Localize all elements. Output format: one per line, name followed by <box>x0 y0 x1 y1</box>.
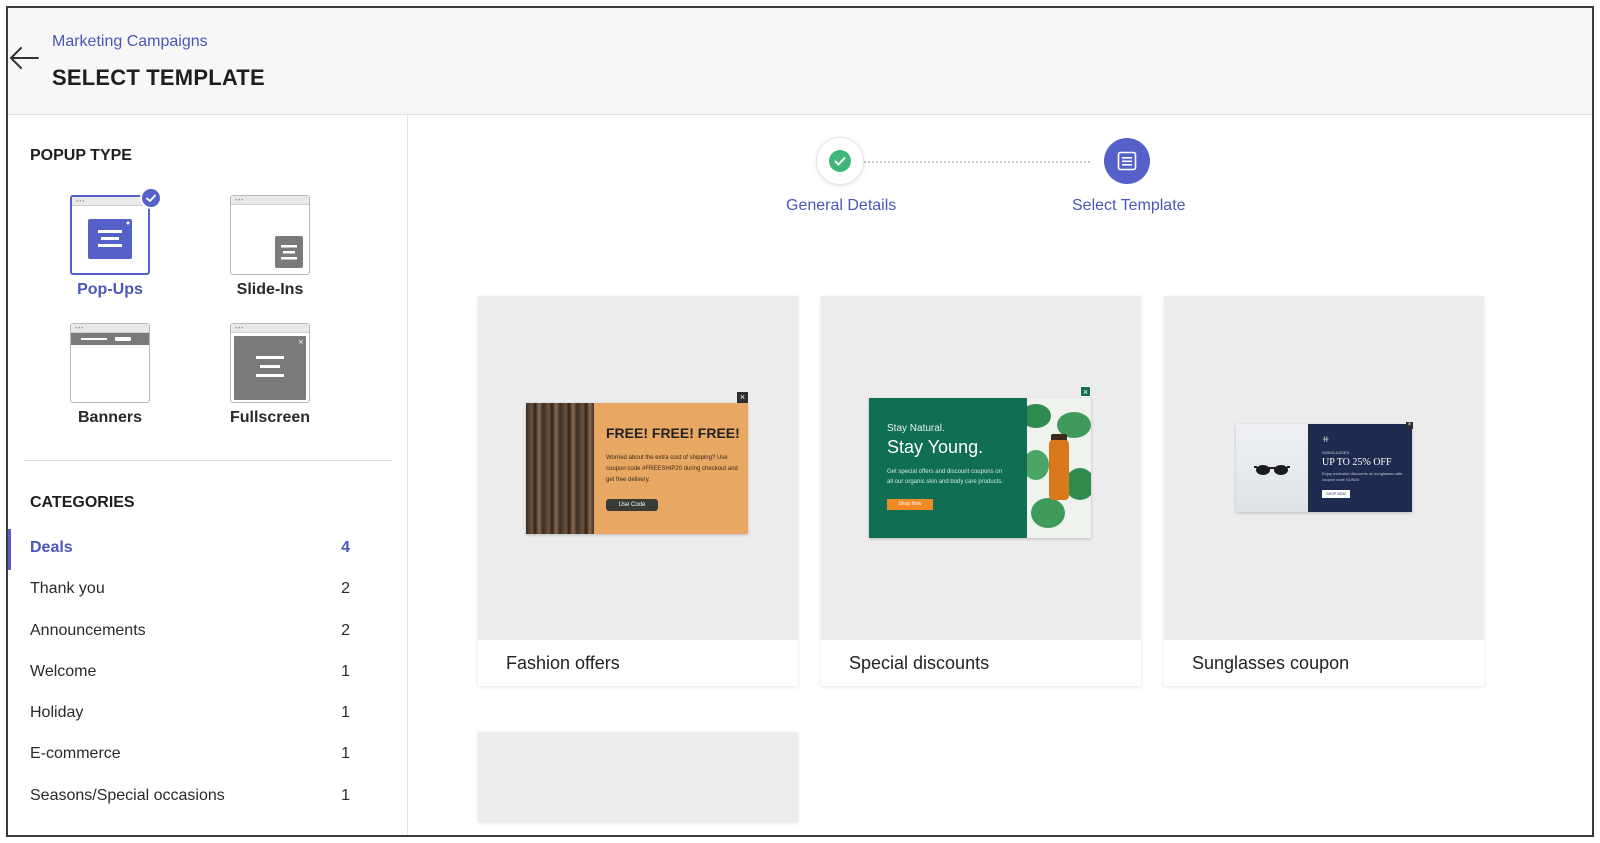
template-title: Special discounts <box>849 653 990 673</box>
template-title: Fashion offers <box>506 653 620 673</box>
brand-logo-icon: ⧺ <box>1322 434 1330 444</box>
popup-headline: FREE! FREE! FREE! <box>606 425 740 441</box>
category-label: Deals <box>30 539 73 556</box>
popup-kicker: SUNGLASSES <box>1322 450 1350 455</box>
category-count: 1 <box>341 745 350 763</box>
bottle-image <box>1049 440 1069 500</box>
popup-type-banners[interactable]: ••• Banners <box>32 323 182 433</box>
template-title: Sunglasses coupon <box>1192 653 1350 673</box>
category-label: Announcements <box>30 621 146 639</box>
popup-kicker: Stay Natural. <box>887 423 945 434</box>
sidebar-divider <box>24 460 392 461</box>
template-icon <box>1117 151 1137 171</box>
category-label: Thank you <box>30 580 105 598</box>
template-card-fashion-offers[interactable]: FREE! FREE! FREE! Worried about the extr… <box>478 296 798 686</box>
selected-check-icon <box>140 187 162 209</box>
popup-body: Worried about the extra cost of shipping… <box>606 455 738 483</box>
category-count: 1 <box>341 704 350 722</box>
step-connector <box>840 161 1090 163</box>
close-icon: × <box>737 392 748 403</box>
page-title: SELECT TEMPLATE <box>52 65 265 90</box>
fashion-popup-preview: FREE! FREE! FREE! Worried about the extr… <box>526 403 748 534</box>
popup-body: Enjoy exclusive discounts on sunglasses … <box>1322 471 1403 482</box>
category-item-deals[interactable]: Deals 4 <box>8 529 408 571</box>
fullscreen-thumbnail: ••• × <box>230 323 310 403</box>
category-count: 1 <box>341 786 350 804</box>
popup-headline: Stay Young. <box>887 437 984 457</box>
sunglasses-icon <box>1254 465 1290 475</box>
category-item-seasons[interactable]: Seasons/Special occasions 1 <box>8 777 408 818</box>
popup-cta-button: Use Code <box>606 499 658 511</box>
category-count: 1 <box>341 662 350 680</box>
category-item-welcome[interactable]: Welcome 1 <box>8 653 408 694</box>
clothing-rack-image <box>526 403 594 534</box>
template-card-special-discounts[interactable]: Stay Natural. Stay Young. Get special of… <box>821 296 1141 686</box>
close-icon: × <box>1080 386 1091 397</box>
category-label: E-commerce <box>30 745 121 763</box>
category-count: 2 <box>341 580 350 598</box>
category-count: 4 <box>341 539 350 556</box>
popup-type-label: Fullscreen <box>229 409 311 426</box>
category-item-thank-you[interactable]: Thank you 2 <box>8 570 408 611</box>
product-plant-image <box>1027 398 1091 538</box>
popup-window-icon <box>88 219 132 259</box>
popup-type-label: Banners <box>77 409 143 426</box>
svg-text:×: × <box>298 338 304 346</box>
category-item-e-commerce[interactable]: E-commerce 1 <box>8 735 408 776</box>
category-label: Seasons/Special occasions <box>30 786 225 804</box>
category-item-holiday[interactable]: Holiday 1 <box>8 694 408 735</box>
popup-cta-button: Shop Now <box>887 499 933 510</box>
step-label-select-template: Select Template <box>1072 197 1186 214</box>
category-item-announcements[interactable]: Announcements 2 <box>8 612 408 653</box>
step-label-general-details: General Details <box>786 197 897 214</box>
category-label: Welcome <box>30 662 97 680</box>
special-popup-preview: Stay Natural. Stay Young. Get special of… <box>869 398 1091 538</box>
template-preview: Stay Natural. Stay Young. Get special of… <box>821 296 1141 640</box>
popup-cta-button: SHOP NOW <box>1322 490 1350 498</box>
popup-type-label: Slide-Ins <box>236 281 304 298</box>
page-header: Marketing Campaigns SELECT TEMPLATE <box>8 8 1592 115</box>
sunglasses-popup-preview: ⧺ SUNGLASSES UP TO 25% OFF Enjoy exclusi… <box>1236 424 1412 512</box>
app-window: Marketing Campaigns SELECT TEMPLATE POPU… <box>6 6 1594 837</box>
arrow-left-icon <box>10 47 39 69</box>
template-preview: FREE! FREE! FREE! Worried about the extr… <box>478 296 798 640</box>
banners-thumbnail: ••• <box>70 323 150 403</box>
popup-type-fullscreen[interactable]: ••• × Fullscreen <box>192 323 342 433</box>
step-select-template[interactable] <box>1104 138 1150 184</box>
breadcrumb[interactable]: Marketing Campaigns <box>52 33 208 51</box>
popup-type-popups[interactable]: ••• Pop-Ups <box>32 187 182 305</box>
template-card-sunglasses-coupon[interactable]: ⧺ SUNGLASSES UP TO 25% OFF Enjoy exclusi… <box>1164 296 1484 686</box>
sunglasses-image <box>1236 424 1308 512</box>
popup-body: Get special offers and discount coupons … <box>887 469 1004 485</box>
template-card-partial[interactable] <box>478 732 798 822</box>
check-icon <box>829 150 851 172</box>
category-list: Deals 4 Thank you 2 Announcements 2 Welc… <box>8 529 408 818</box>
close-icon: × <box>1406 422 1413 429</box>
popup-headline: UP TO 25% OFF <box>1322 457 1392 468</box>
category-label: Holiday <box>30 704 84 722</box>
popups-thumbnail: ••• <box>70 195 150 275</box>
banner-icon <box>71 333 149 345</box>
sidebar: POPUP TYPE ••• Pop-Ups ••• Slide-Ins •••… <box>8 115 408 835</box>
back-button[interactable] <box>8 44 40 72</box>
template-preview: ⧺ SUNGLASSES UP TO 25% OFF Enjoy exclusi… <box>1164 296 1484 640</box>
popup-type-heading: POPUP TYPE <box>30 147 132 164</box>
slide-ins-thumbnail: ••• <box>230 195 310 275</box>
popup-type-slide-ins[interactable]: ••• Slide-Ins <box>192 195 342 305</box>
step-general-details[interactable] <box>816 137 864 185</box>
slide-in-icon <box>275 236 303 268</box>
category-count: 2 <box>341 621 350 639</box>
popup-type-label: Pop-Ups <box>77 281 143 298</box>
fullscreen-icon: × <box>234 336 306 400</box>
progress-stepper: General Details Select Template <box>768 134 1248 234</box>
categories-heading: CATEGORIES <box>30 494 135 511</box>
